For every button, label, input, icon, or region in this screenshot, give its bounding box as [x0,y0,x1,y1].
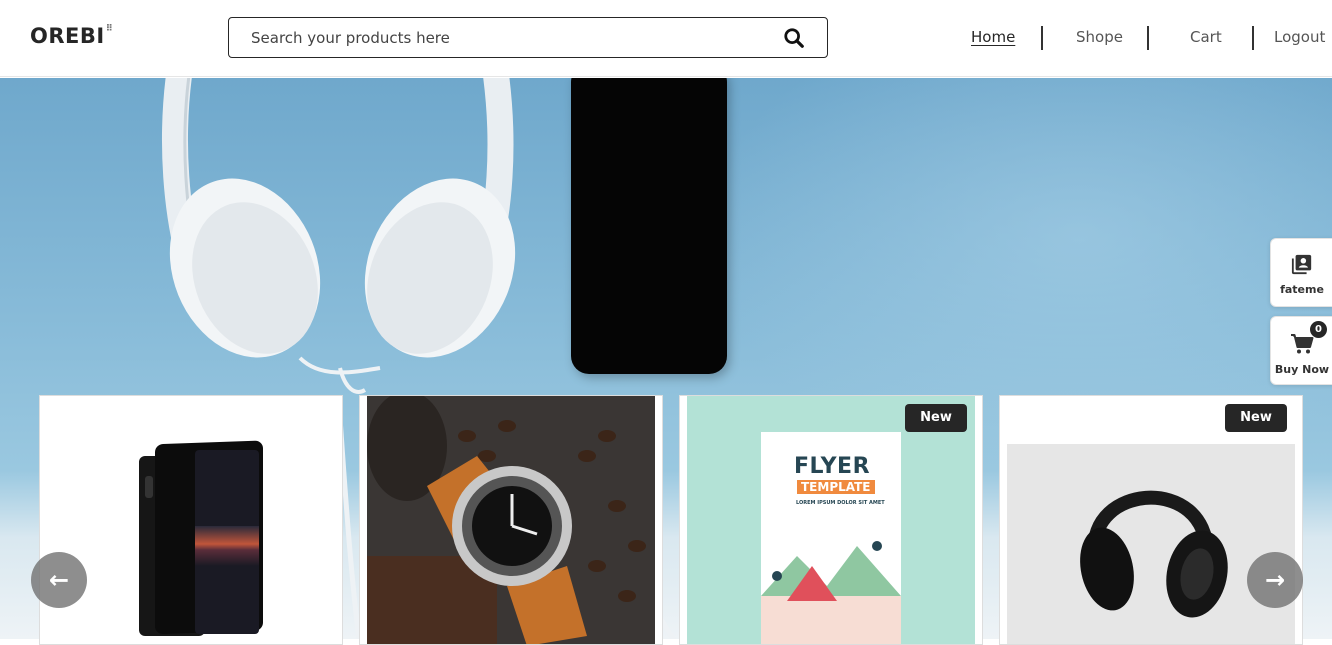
cart-count-badge: 0 [1310,321,1327,338]
flyer-subtitle: TEMPLATE [797,480,875,494]
flyer-tagline: LOREM IPSUM DOLOR SIT AMET [796,500,885,506]
product-card[interactable] [359,395,663,645]
nav-home[interactable]: Home [971,28,1015,46]
product-card[interactable]: New [999,395,1303,645]
logo[interactable]: OREBI⠿ [30,24,113,48]
profile-icon [1291,254,1312,275]
profile-panel[interactable]: fateme [1270,238,1332,307]
search-bar [228,17,828,58]
search-input[interactable] [251,26,771,50]
product-card[interactable]: FLYER TEMPLATE LOREM IPSUM DOLOR SIT AME… [679,395,983,645]
search-icon[interactable] [783,27,805,49]
new-badge: New [1225,404,1287,432]
buy-now-label: Buy Now [1274,363,1330,376]
profile-name: fateme [1280,283,1324,296]
product-image-headphones [1007,444,1295,644]
product-image-flyer-template [687,396,975,644]
nav-logout[interactable]: Logout [1274,28,1325,46]
carousel-prev-button[interactable]: ← [31,552,87,608]
new-badge: New [905,404,967,432]
flyer-title: FLYER [794,454,871,479]
nav-divider [1147,26,1149,50]
product-image-wristwatch [367,396,655,644]
product-image-smartphone [139,440,263,636]
hero-headphones-image [162,78,516,394]
carousel-next-button[interactable]: → [1247,552,1303,608]
nav-divider [1041,26,1043,50]
cart-icon [1291,334,1314,354]
header: OREBI⠿ Home Shope Cart Logout [0,0,1332,77]
arrow-left-icon: ← [48,566,70,594]
product-card[interactable] [39,395,343,645]
nav-cart[interactable]: Cart [1190,28,1222,46]
nav-divider [1252,26,1254,50]
hero-phone-image [571,78,727,374]
cart-panel[interactable]: 0 Buy Now [1270,316,1332,385]
logo-text: OREBI [30,24,105,48]
nav-shope[interactable]: Shope [1076,28,1123,46]
arrow-right-icon: → [1264,566,1286,594]
logo-dots-icon: ⠿ [105,24,114,34]
